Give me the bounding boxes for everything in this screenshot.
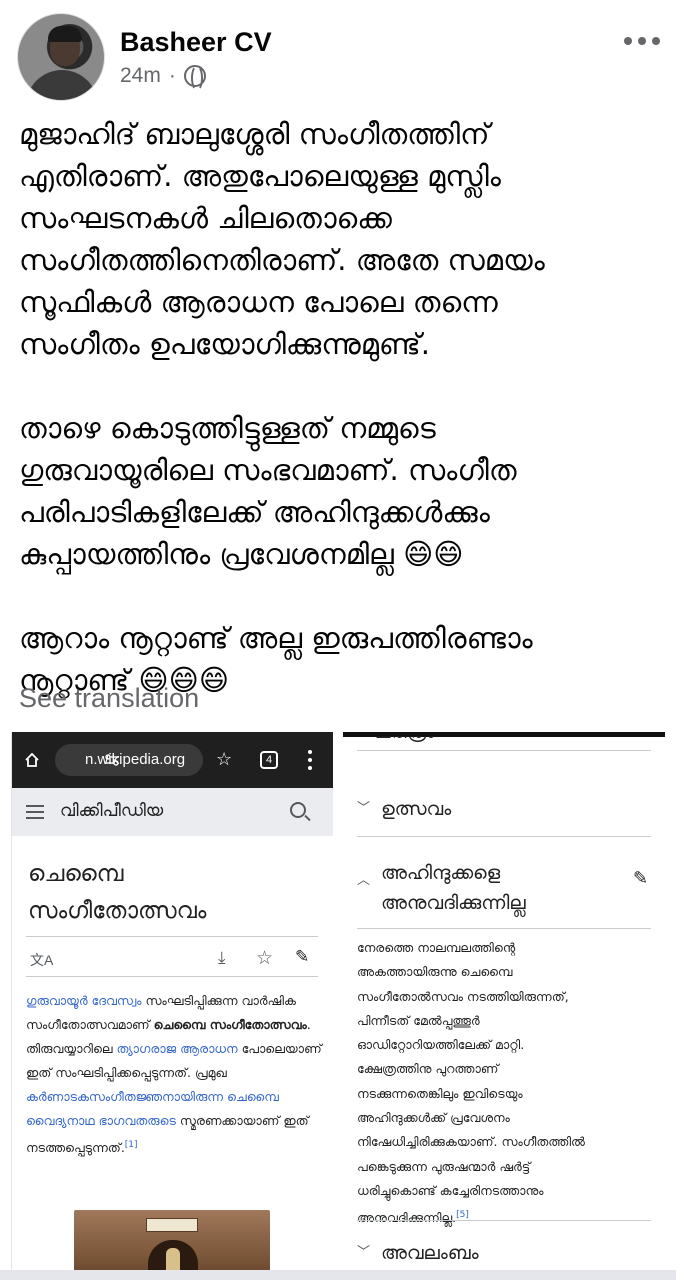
post-meta: 24m · <box>120 64 206 91</box>
wikipedia-screenshot-right: ചരിത്രം ﹀ ഉത്സവം ︿ അഹിന്ദുക്കളെ അനുവദിക്… <box>343 732 665 1280</box>
chevron-down-icon: ﹀ <box>357 801 371 816</box>
search-icon[interactable] <box>290 802 306 818</box>
star-icon[interactable]: ☆ <box>256 947 273 969</box>
article-link[interactable]: ഗുരുവായൂർ ദേവസ്വം <box>26 993 142 1008</box>
see-translation-link[interactable]: See translation <box>19 683 199 714</box>
page-actions: 文A ⤓ ☆ ✎ <box>12 944 333 974</box>
divider <box>357 836 651 837</box>
download-icon[interactable]: ⤓ <box>218 948 226 968</box>
url-bar[interactable]: n.wikipedia.org <box>55 744 203 776</box>
more-horizontal-icon[interactable] <box>624 34 660 48</box>
section-utsavam[interactable]: ﹀ ഉത്സവം <box>357 794 451 824</box>
section-body: നേരത്തെ നാലമ്പലത്തിന്റെ അകത്തായിരുന്നു ച… <box>357 936 657 1231</box>
divider <box>357 750 651 751</box>
reference-link[interactable]: [1] <box>125 1140 138 1150</box>
home-icon <box>25 752 39 767</box>
hamburger-icon[interactable] <box>26 805 44 819</box>
section-label: അഹിന്ദുക്കളെ അനുവദിക്കുന്നില്ല <box>381 862 526 914</box>
reference-link[interactable]: [5] <box>456 1210 469 1220</box>
section-avalambam[interactable]: ﹀ അവലംബം <box>357 1238 479 1268</box>
section-ahindukkal[interactable]: ︿ അഹിന്ദുക്കളെ അനുവദിക്കുന്നില്ല <box>357 858 526 918</box>
post-paragraph: മുജാഹിദ് ബാലുശ്ശേരി സംഗീതത്തിന് എതിരാണ്.… <box>19 117 545 361</box>
article-title: ചെമ്പൈ സംഗീതോത്സവം <box>28 861 207 924</box>
divider <box>357 1220 651 1221</box>
article-bold: ചെമ്പൈ സംഗീതോത്സവം <box>153 1017 307 1032</box>
post-time[interactable]: 24m <box>120 64 161 88</box>
browser-bar: n.wikipedia.org ☆ 4 <box>12 732 333 788</box>
article-link[interactable]: ത്യാഗരാജ ആരാധന <box>117 1041 238 1056</box>
url-text: n.wikipedia.org <box>85 751 186 768</box>
article-lead: ഗുരുവായൂർ ദേവസ്വം സംഘടിപ്പിക്കുന്ന വാർഷി… <box>26 989 324 1160</box>
post-image[interactable]: n.wikipedia.org ☆ 4 വിക്കിപീഡിയ ചെമ്പൈ സ… <box>0 718 676 1280</box>
section-text: നേരത്തെ നാലമ്പലത്തിന്റെ അകത്തായിരുന്നു ച… <box>357 940 585 1226</box>
edit-icon[interactable]: ✎ <box>633 868 648 889</box>
author-name[interactable]: Basheer CV <box>120 27 272 58</box>
chevron-down-icon: ﹀ <box>357 1245 371 1260</box>
wikipedia-screenshot-left: n.wikipedia.org ☆ 4 വിക്കിപീഡിയ ചെമ്പൈ സ… <box>11 732 333 1280</box>
kebab-menu-icon[interactable] <box>308 750 312 770</box>
wiki-brand[interactable]: വിക്കിപീഡിയ <box>60 801 163 821</box>
divider <box>26 936 318 937</box>
tabs-icon[interactable]: 4 <box>260 751 278 769</box>
chevron-up-icon: ︿ <box>357 873 371 888</box>
tune-icon <box>105 754 119 766</box>
globe-icon <box>183 65 206 91</box>
post-paragraph: താഴെ കൊടുത്തിട്ടുള്ളത് നമ്മുടെ ഗുരുവായൂര… <box>19 411 517 571</box>
section-label: ഉത്സവം <box>381 798 452 820</box>
avatar[interactable] <box>17 13 105 101</box>
meta-separator: · <box>168 64 176 87</box>
star-outline-icon[interactable]: ☆ <box>216 750 232 770</box>
divider <box>26 976 318 977</box>
post-text: മുജാഹിദ് ബാലുശ്ശേരി സംഗീതത്തിന് എതിരാണ്.… <box>19 113 659 743</box>
feed-divider <box>0 1270 676 1280</box>
divider <box>357 928 651 929</box>
translate-icon[interactable]: 文A <box>30 950 53 970</box>
wiki-header: വിക്കിപീഡിയ <box>12 788 333 836</box>
edit-icon[interactable]: ✎ <box>295 947 309 967</box>
post-header: Basheer CV 24m · <box>0 0 676 108</box>
cut-off-section: ചരിത്രം <box>357 736 649 746</box>
section-label: അവലംബം <box>381 1242 479 1264</box>
